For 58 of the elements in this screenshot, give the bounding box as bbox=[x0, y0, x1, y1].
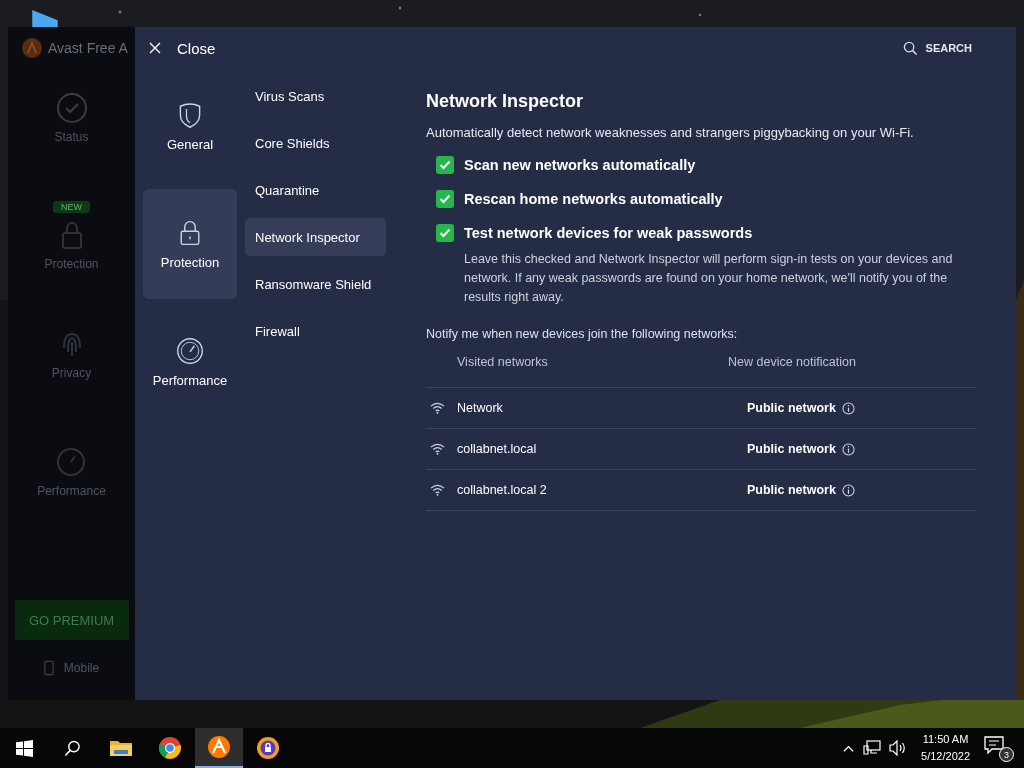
gauge-icon bbox=[176, 336, 204, 365]
volume-icon[interactable] bbox=[889, 740, 908, 756]
shield-browser-icon bbox=[256, 736, 280, 760]
notification-count: 3 bbox=[999, 747, 1014, 762]
network-name: collabnet.local bbox=[456, 442, 538, 456]
close-icon bbox=[149, 42, 161, 54]
subnav-item[interactable]: Ransomware Shield bbox=[245, 265, 386, 303]
info-icon[interactable] bbox=[841, 483, 855, 497]
app-logo-icon bbox=[22, 38, 42, 58]
column-header: New device notification bbox=[728, 355, 856, 369]
subnav-item[interactable]: Core Shields bbox=[245, 124, 386, 162]
notify-label: Notify me when new devices join the following networks: bbox=[426, 327, 739, 341]
gauge-icon bbox=[55, 446, 88, 478]
subnav-item[interactable]: Virus Scans bbox=[245, 77, 386, 115]
column-header: Visited networks bbox=[456, 355, 549, 369]
option-note: Leave this checked and Network Inspector will perform sign-in tests on your devices and network. If any weak passwords are found on your home network, we'll notify you of the results right away. bbox=[464, 251, 954, 306]
subnav-item[interactable]: Network Inspector bbox=[245, 218, 386, 256]
info-icon[interactable] bbox=[841, 401, 855, 415]
windows-icon bbox=[15, 739, 33, 757]
notification-setting[interactable]: Public network bbox=[747, 442, 836, 456]
wifi-icon bbox=[430, 443, 445, 455]
app-title: Avast Free A bbox=[48, 40, 128, 56]
checkbox[interactable] bbox=[436, 190, 454, 208]
category-tab[interactable]: Protection bbox=[143, 189, 237, 299]
new-badge: NEW bbox=[53, 201, 90, 213]
taskbar-app[interactable] bbox=[195, 728, 243, 768]
wifi-icon bbox=[430, 402, 445, 414]
notification-setting[interactable]: Public network bbox=[747, 401, 836, 415]
clock-time: 11:50 AM bbox=[922, 732, 969, 747]
phone-icon bbox=[43, 660, 54, 676]
option-label: Test network devices for weak passwords bbox=[464, 225, 753, 241]
category-tab[interactable]: General bbox=[143, 71, 237, 181]
section-description: Automatically detect network weaknesses and strangers piggybacking on your Wi-Fi. bbox=[426, 125, 915, 140]
check-circle-icon bbox=[55, 92, 88, 124]
app-nav-item[interactable]: NEW Protection bbox=[44, 177, 99, 295]
avast-icon bbox=[207, 735, 231, 759]
search-icon bbox=[902, 40, 918, 56]
notification-icon bbox=[984, 736, 1004, 754]
search-icon bbox=[63, 739, 81, 757]
subnav-item[interactable]: Firewall bbox=[245, 312, 386, 350]
category-tab[interactable]: Performance bbox=[143, 307, 237, 417]
clock-date: 5/12/2022 bbox=[921, 749, 970, 764]
section-heading: Network Inspector bbox=[426, 91, 585, 112]
clock[interactable]: 11:50 AM 5/12/2022 bbox=[921, 731, 970, 765]
network-name: Network bbox=[456, 401, 504, 415]
network-icon[interactable] bbox=[863, 740, 882, 756]
notification-setting[interactable]: Public network bbox=[747, 483, 836, 497]
network-name: collabnet.local 2 bbox=[456, 483, 548, 497]
option-label: Scan new networks automatically bbox=[464, 157, 696, 173]
wifi-icon bbox=[430, 484, 445, 496]
search-button[interactable]: SEARCH bbox=[902, 36, 972, 60]
close-button[interactable]: Close bbox=[149, 35, 216, 61]
checkbox[interactable] bbox=[436, 224, 454, 242]
browser-icon bbox=[158, 736, 182, 760]
info-icon[interactable] bbox=[841, 442, 855, 456]
subnav-item[interactable]: Quarantine bbox=[245, 171, 386, 209]
checkbox[interactable] bbox=[436, 156, 454, 174]
option-label: Rescan home networks automatically bbox=[464, 191, 723, 207]
